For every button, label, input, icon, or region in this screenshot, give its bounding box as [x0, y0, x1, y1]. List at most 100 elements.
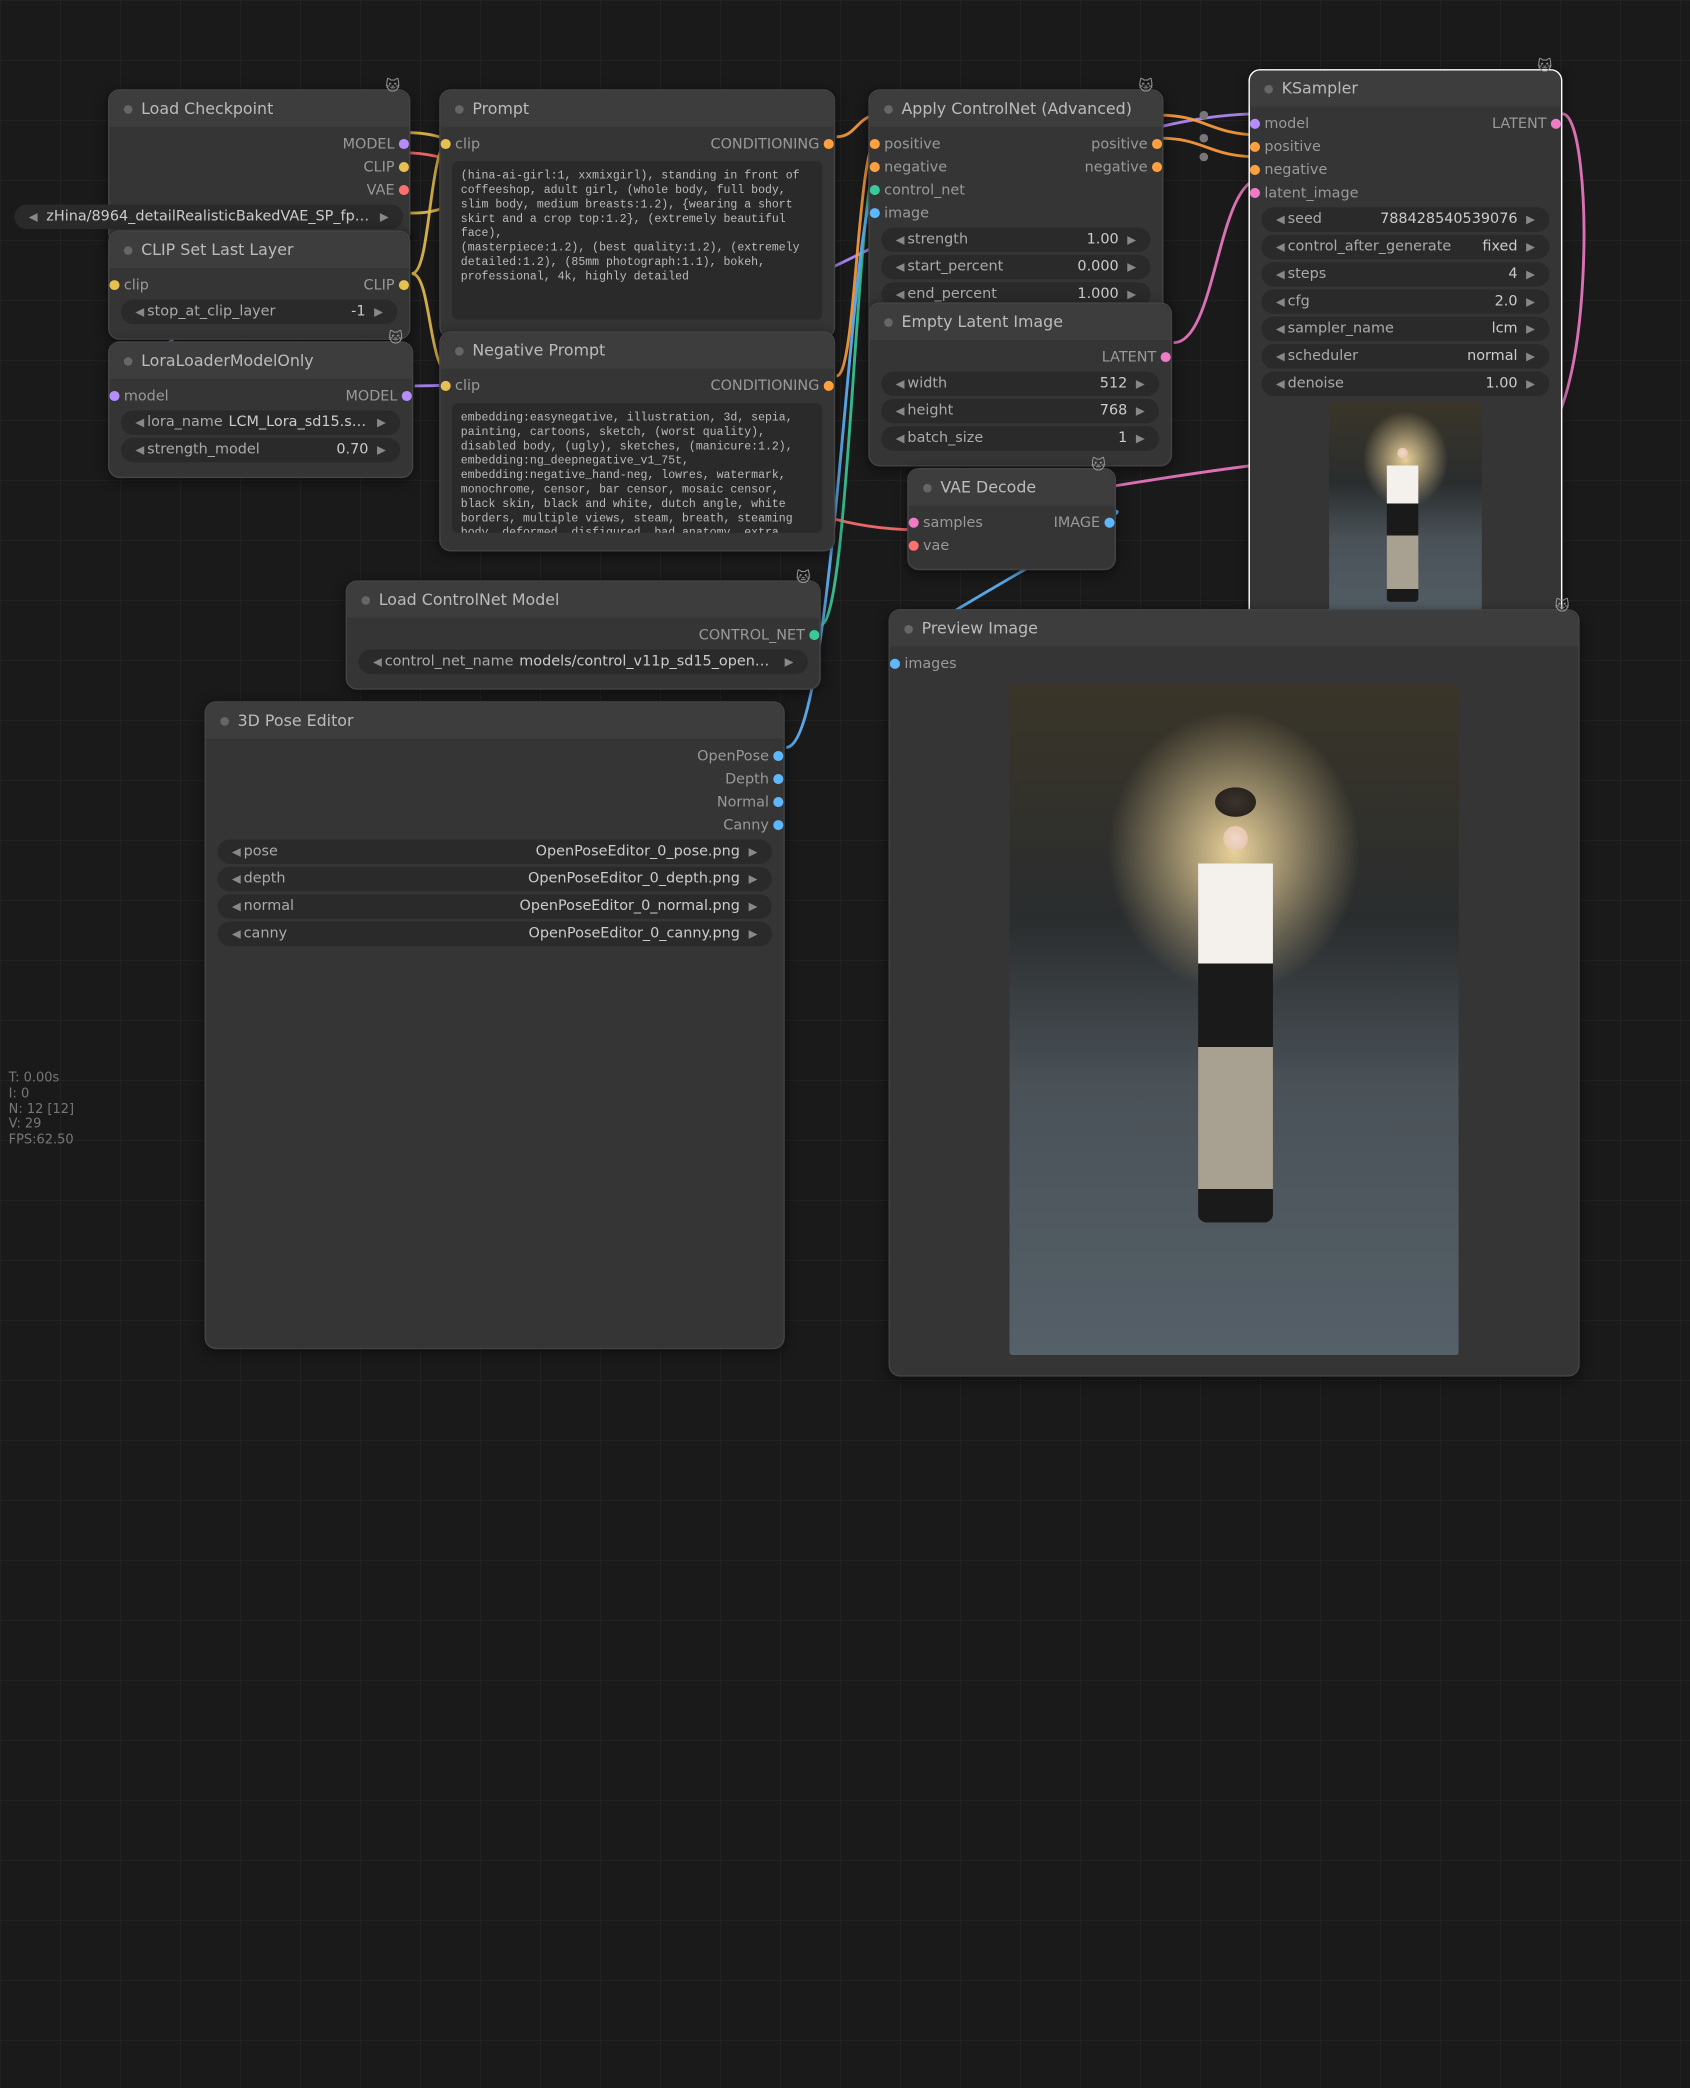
- arrow-left-icon[interactable]: ◀: [26, 210, 41, 223]
- input-clip: clip: [455, 378, 480, 394]
- output-image: IMAGE: [1054, 515, 1101, 531]
- output-latent: LATENT: [1102, 349, 1157, 365]
- node-empty-latent[interactable]: Empty Latent Image LATENT ◀width512▶ ◀he…: [868, 302, 1172, 466]
- input-image: image: [884, 205, 929, 221]
- arrow-right-icon[interactable]: ▶: [377, 210, 392, 223]
- node-header[interactable]: Preview Image: [890, 611, 1578, 647]
- input-model: model: [1264, 116, 1309, 132]
- strength-model-widget[interactable]: ◀strength_model0.70▶: [121, 438, 400, 462]
- node-pose-editor[interactable]: 3D Pose Editor OpenPose Depth Normal Can…: [204, 701, 784, 1349]
- cat-icon: 🐱: [1138, 79, 1153, 95]
- output-conditioning: CONDITIONING: [711, 378, 820, 394]
- node-header[interactable]: Load ControlNet Model: [347, 582, 819, 618]
- control-net-name-widget[interactable]: ◀control_net_namemodels/control_v11p_sd1…: [359, 649, 808, 673]
- denoise-widget[interactable]: ◀denoise1.00▶: [1261, 372, 1549, 396]
- neg-prompt-textarea[interactable]: embedding:easynegative, illustration, 3d…: [452, 403, 822, 533]
- input-latent: latent_image: [1264, 185, 1358, 201]
- node-vae-decode[interactable]: 🐱 VAE Decode samplesIMAGE vae: [907, 468, 1116, 570]
- input-model: model: [124, 388, 169, 404]
- node-title: KSampler: [1282, 79, 1358, 98]
- input-clip: clip: [455, 136, 480, 152]
- node-header[interactable]: 3D Pose Editor: [206, 703, 783, 739]
- steps-widget[interactable]: ◀steps4▶: [1261, 262, 1549, 286]
- cat-icon: 🐱: [1537, 59, 1552, 75]
- node-prompt[interactable]: Prompt clip CONDITIONING (hina-ai-girl:1…: [439, 89, 835, 338]
- input-images: images: [904, 656, 956, 672]
- output-openpose: OpenPose: [697, 748, 769, 764]
- node-title: Negative Prompt: [472, 341, 605, 360]
- node-header[interactable]: VAE Decode: [909, 469, 1115, 505]
- seed-widget[interactable]: ◀seed788428540539076▶: [1261, 207, 1549, 231]
- node-negative-prompt[interactable]: Negative Prompt clip CONDITIONING embedd…: [439, 331, 835, 551]
- node-header[interactable]: Load Checkpoint: [109, 91, 409, 127]
- output-conditioning: CONDITIONING: [711, 136, 820, 152]
- node-header[interactable]: Negative Prompt: [441, 333, 834, 369]
- cat-icon: 🐱: [1091, 458, 1106, 474]
- output-negative: negative: [1085, 159, 1148, 175]
- node-title: Load Checkpoint: [141, 99, 273, 118]
- node-title: Prompt: [472, 99, 529, 118]
- depth-widget[interactable]: ◀depthOpenPoseEditor_0_depth.png▶: [217, 867, 771, 891]
- node-header[interactable]: Apply ControlNet (Advanced): [870, 91, 1162, 127]
- node-header[interactable]: CLIP Set Last Layer: [109, 232, 409, 268]
- preview-image-output: [1009, 684, 1458, 1355]
- node-title: 3D Pose Editor: [238, 711, 354, 730]
- node-load-controlnet[interactable]: 🐱 Load ControlNet Model CONTROL_NET ◀con…: [346, 580, 821, 689]
- sampler-name-widget[interactable]: ◀sampler_namelcm▶: [1261, 317, 1549, 341]
- cat-icon: 🐱: [388, 331, 403, 347]
- batch-size-widget[interactable]: ◀batch_size1▶: [881, 426, 1159, 450]
- node-title: LoraLoaderModelOnly: [141, 351, 314, 370]
- input-negative: negative: [1264, 162, 1327, 178]
- node-lora-loader[interactable]: 🐱 LoraLoaderModelOnly model MODEL ◀lora_…: [108, 341, 413, 478]
- output-depth: Depth: [725, 771, 769, 787]
- output-clip: CLIP: [364, 159, 395, 175]
- output-latent: LATENT: [1492, 116, 1547, 132]
- node-header[interactable]: KSampler: [1250, 71, 1561, 107]
- node-ksampler[interactable]: 🐱 KSampler modelLATENT positive negative…: [1248, 69, 1562, 651]
- node-load-checkpoint[interactable]: 🐱 Load Checkpoint MODEL CLIP VAE ◀ zHina…: [108, 89, 410, 245]
- output-vae: VAE: [367, 182, 395, 198]
- control-after-generate-widget[interactable]: ◀control_after_generatefixed▶: [1261, 235, 1549, 259]
- node-preview-image[interactable]: 🐱 Preview Image images: [888, 609, 1579, 1377]
- node-title: Empty Latent Image: [901, 312, 1063, 331]
- prompt-textarea[interactable]: (hina-ai-girl:1, xxmixgirl), standing in…: [452, 161, 822, 319]
- height-widget[interactable]: ◀height768▶: [881, 399, 1159, 423]
- input-clip: clip: [124, 277, 149, 293]
- output-controlnet: CONTROL_NET: [699, 627, 805, 643]
- start-percent-widget[interactable]: ◀start_percent0.000▶: [881, 255, 1150, 279]
- output-clip: CLIP: [364, 277, 395, 293]
- output-model: MODEL: [345, 388, 397, 404]
- node-apply-controlnet[interactable]: 🐱 Apply ControlNet (Advanced) positivepo…: [868, 89, 1163, 322]
- strength-widget[interactable]: ◀strength1.00▶: [881, 228, 1150, 252]
- node-title: Apply ControlNet (Advanced): [901, 99, 1131, 118]
- canny-widget[interactable]: ◀cannyOpenPoseEditor_0_canny.png▶: [217, 922, 771, 946]
- pose-widget[interactable]: ◀poseOpenPoseEditor_0_pose.png▶: [217, 840, 771, 864]
- input-vae: vae: [923, 538, 949, 554]
- node-header[interactable]: Prompt: [441, 91, 834, 127]
- cat-icon: 🐱: [385, 79, 400, 95]
- output-model: MODEL: [343, 136, 395, 152]
- node-clip-set-last-layer[interactable]: CLIP Set Last Layer clip CLIP ◀stop_at_c…: [108, 230, 410, 339]
- lora-name-widget[interactable]: ◀lora_nameLCM_Lora_sd15.safetensors▶: [121, 410, 400, 434]
- stop-at-clip-layer-widget[interactable]: ◀stop_at_clip_layer-1▶: [121, 300, 397, 324]
- input-positive: positive: [1264, 139, 1320, 155]
- node-header[interactable]: LoraLoaderModelOnly: [109, 343, 411, 379]
- cfg-widget[interactable]: ◀cfg2.0▶: [1261, 289, 1549, 313]
- node-title: CLIP Set Last Layer: [141, 240, 293, 259]
- input-positive: positive: [884, 136, 940, 152]
- input-samples: samples: [923, 515, 983, 531]
- node-header[interactable]: Empty Latent Image: [870, 304, 1171, 340]
- cat-icon: 🐱: [796, 570, 811, 586]
- normal-widget[interactable]: ◀normalOpenPoseEditor_0_normal.png▶: [217, 894, 771, 918]
- cat-icon: 🐱: [1555, 599, 1570, 615]
- ckpt-name-widget[interactable]: ◀ zHina/8964_detailRealisticBakedVAE_SP_…: [14, 204, 403, 228]
- node-title: Preview Image: [922, 619, 1038, 638]
- width-widget[interactable]: ◀width512▶: [881, 372, 1159, 396]
- output-normal: Normal: [717, 794, 769, 810]
- input-controlnet: control_net: [884, 182, 965, 198]
- output-positive: positive: [1091, 136, 1147, 152]
- input-negative: negative: [884, 159, 947, 175]
- canvas-stats: T: 0.00s I: 0 N: 12 [12] V: 29 FPS:62.50: [9, 1071, 74, 1149]
- node-title: VAE Decode: [940, 478, 1036, 497]
- scheduler-widget[interactable]: ◀schedulernormal▶: [1261, 344, 1549, 368]
